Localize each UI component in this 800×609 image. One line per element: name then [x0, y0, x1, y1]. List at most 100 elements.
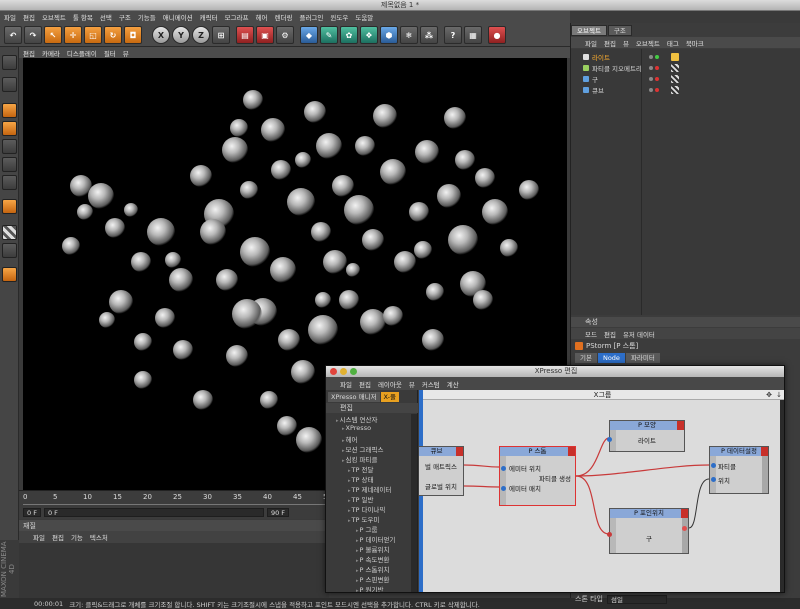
zoom-icon[interactable] [350, 368, 357, 375]
operator-tree-item[interactable]: TP 다이나믹 [348, 504, 386, 514]
operator-tree-item[interactable]: 헤어 [342, 434, 358, 444]
pshape-node[interactable]: P 모양 라이트 [607, 420, 685, 452]
pdata-node[interactable]: P 데이터설정 파티클 위치 [709, 446, 769, 494]
menu-item[interactable]: 선택 [100, 12, 112, 22]
operator-tree-item[interactable]: P 속도변환 [356, 554, 390, 564]
operator-tree-item[interactable]: 모션 그래픽스 [342, 444, 384, 454]
render-dot[interactable] [655, 87, 659, 92]
operator-tree-item[interactable]: P 스핀변환 [356, 574, 390, 584]
polygons-mode-icon[interactable] [2, 175, 17, 190]
xpresso-tag-icon[interactable] [671, 63, 679, 72]
operator-tree-item[interactable]: P 그룹 [356, 524, 378, 534]
visibility-dot[interactable] [649, 65, 653, 70]
model-mode-icon[interactable] [2, 77, 17, 92]
menu-item[interactable]: 오브젝트 [42, 12, 66, 22]
operator-tree-item[interactable]: TP 상태 [348, 474, 374, 484]
object-manager-menu-item[interactable]: 북마크 [686, 38, 704, 48]
object-manager-menu-item[interactable]: 태그 [667, 38, 679, 48]
xpresso-graph[interactable]: X그룹 ✥ ↓ 큐브 벌 매트릭스 글로벌 위치 P 스톰 에미터 위치 에미터… [419, 390, 784, 592]
operator-tree-item[interactable]: TP 제네레이터 [348, 484, 392, 494]
operator-tree-item[interactable]: 심킹 파티클 [342, 454, 378, 464]
menu-item[interactable]: 툴 항목 [73, 12, 93, 22]
points-mode-icon[interactable] [2, 139, 17, 154]
scene-icon[interactable]: ❄ [400, 26, 418, 44]
xpresso-tag-icon[interactable] [671, 85, 679, 94]
coordinate-system-icon[interactable]: ⊞ [212, 26, 230, 44]
pshape-in-dot[interactable] [607, 437, 612, 442]
attribute-tab[interactable]: 기본 [575, 353, 597, 363]
visibility-dot[interactable] [649, 54, 653, 59]
attribute-menu-item[interactable]: 편집 [604, 329, 616, 339]
move-tool-icon[interactable]: ✛ [64, 26, 82, 44]
xpresso-menu-item[interactable]: 레이아웃 [378, 379, 402, 389]
operator-tree-item[interactable]: 시스템 연산자 [336, 414, 378, 424]
camera-light-icon[interactable]: ⁂ [420, 26, 438, 44]
render-dot[interactable] [655, 76, 659, 81]
nurbs-icon[interactable]: ✿ [340, 26, 358, 44]
menu-item[interactable]: 렌더링 [275, 12, 293, 22]
make-editable-icon[interactable] [2, 55, 17, 70]
last-tool-icon[interactable]: ◘ [124, 26, 142, 44]
close-icon[interactable] [330, 368, 337, 375]
menu-item[interactable]: 윈도우 [330, 12, 348, 22]
operator-tree-item[interactable]: TP 도우미 [348, 514, 380, 524]
render-picture-viewer-icon[interactable]: ▣ [256, 26, 274, 44]
pdata-in-dot-2[interactable] [711, 477, 716, 482]
viewport-menu-item[interactable]: 필터 [104, 48, 116, 58]
undo-icon[interactable]: ↶ [4, 26, 22, 44]
pposition-out-dot[interactable] [682, 526, 687, 531]
attribute-tab[interactable]: 파라미터 [625, 353, 660, 363]
operator-tree-item[interactable]: P 스톰위치 [356, 564, 390, 574]
viewport-menu-item[interactable]: 디스플레이 [67, 48, 97, 58]
attribute-tab[interactable]: Node [597, 353, 625, 363]
cube-primitive-icon[interactable]: ◆ [300, 26, 318, 44]
menu-item[interactable]: 구조 [119, 12, 131, 22]
xpresso-menu-item[interactable]: 커스텀 [422, 379, 440, 389]
array-icon[interactable]: ❖ [360, 26, 378, 44]
operator-tree-item[interactable]: P 볼륨위치 [356, 544, 390, 554]
attribute-menu-item[interactable]: 모드 [585, 329, 597, 339]
material-area[interactable] [19, 543, 329, 598]
layout-icon[interactable]: ▦ [464, 26, 482, 44]
menu-item[interactable]: 헤어 [256, 12, 268, 22]
edges-mode-icon[interactable] [2, 157, 17, 172]
material-menu-item[interactable]: 기능 [71, 532, 83, 542]
operator-tree-item[interactable]: TP 일반 [348, 494, 374, 504]
minimize-icon[interactable] [340, 368, 347, 375]
spline-icon[interactable]: ✎ [320, 26, 338, 44]
object-row[interactable]: 큐브 [571, 84, 800, 95]
axis-mode-icon[interactable] [2, 121, 17, 136]
xpresso-menu-item[interactable]: 계산 [447, 379, 459, 389]
render-dot[interactable] [655, 65, 659, 70]
redo-icon[interactable]: ↷ [24, 26, 42, 44]
material-menu-item[interactable]: 파일 [33, 532, 45, 542]
pstorm-in-dot-1[interactable] [501, 466, 506, 471]
operator-tree-item[interactable]: P 원기반 [356, 584, 384, 592]
pdata-in-dot-1[interactable] [711, 463, 716, 468]
rotate-tool-icon[interactable]: ↻ [104, 26, 122, 44]
render-ball-icon[interactable]: ● [488, 26, 506, 44]
xpresso-sub-menu[interactable]: 편집 [326, 403, 418, 413]
visibility-dot[interactable] [649, 87, 653, 92]
pstorm-node[interactable]: P 스톰 에미터 위치 에미터 매치 파티클 생성 [499, 446, 576, 506]
object-mode-icon[interactable] [2, 103, 17, 118]
snap-icon[interactable] [2, 243, 17, 258]
menu-item[interactable]: 편집 [23, 12, 35, 22]
menu-item[interactable]: 애니메이션 [163, 12, 193, 22]
script-icon[interactable]: ? [444, 26, 462, 44]
operator-tree-item[interactable]: XPresso [342, 424, 372, 432]
pposition-in-dot[interactable] [607, 532, 612, 537]
workplane-icon[interactable] [2, 225, 17, 240]
graph-scrollbar[interactable] [780, 400, 784, 592]
tree-scrollbar[interactable] [411, 414, 417, 592]
xpresso-menu-item[interactable]: 파일 [340, 379, 352, 389]
object-manager-menu-item[interactable]: 뷰 [623, 38, 629, 48]
xpresso-tab[interactable]: XPresso 매니저 [328, 392, 380, 402]
storm-type-select[interactable]: 섬일 [607, 594, 667, 604]
object-manager-tab[interactable]: 구조 [607, 25, 632, 36]
menu-item[interactable]: 모그라프 [225, 12, 249, 22]
axis-x-button[interactable]: X [152, 26, 170, 44]
frame-current-field[interactable]: 0 F [43, 508, 264, 517]
object-manager-menu-item[interactable]: 파일 [585, 38, 597, 48]
texture-mode-icon[interactable] [2, 199, 17, 214]
